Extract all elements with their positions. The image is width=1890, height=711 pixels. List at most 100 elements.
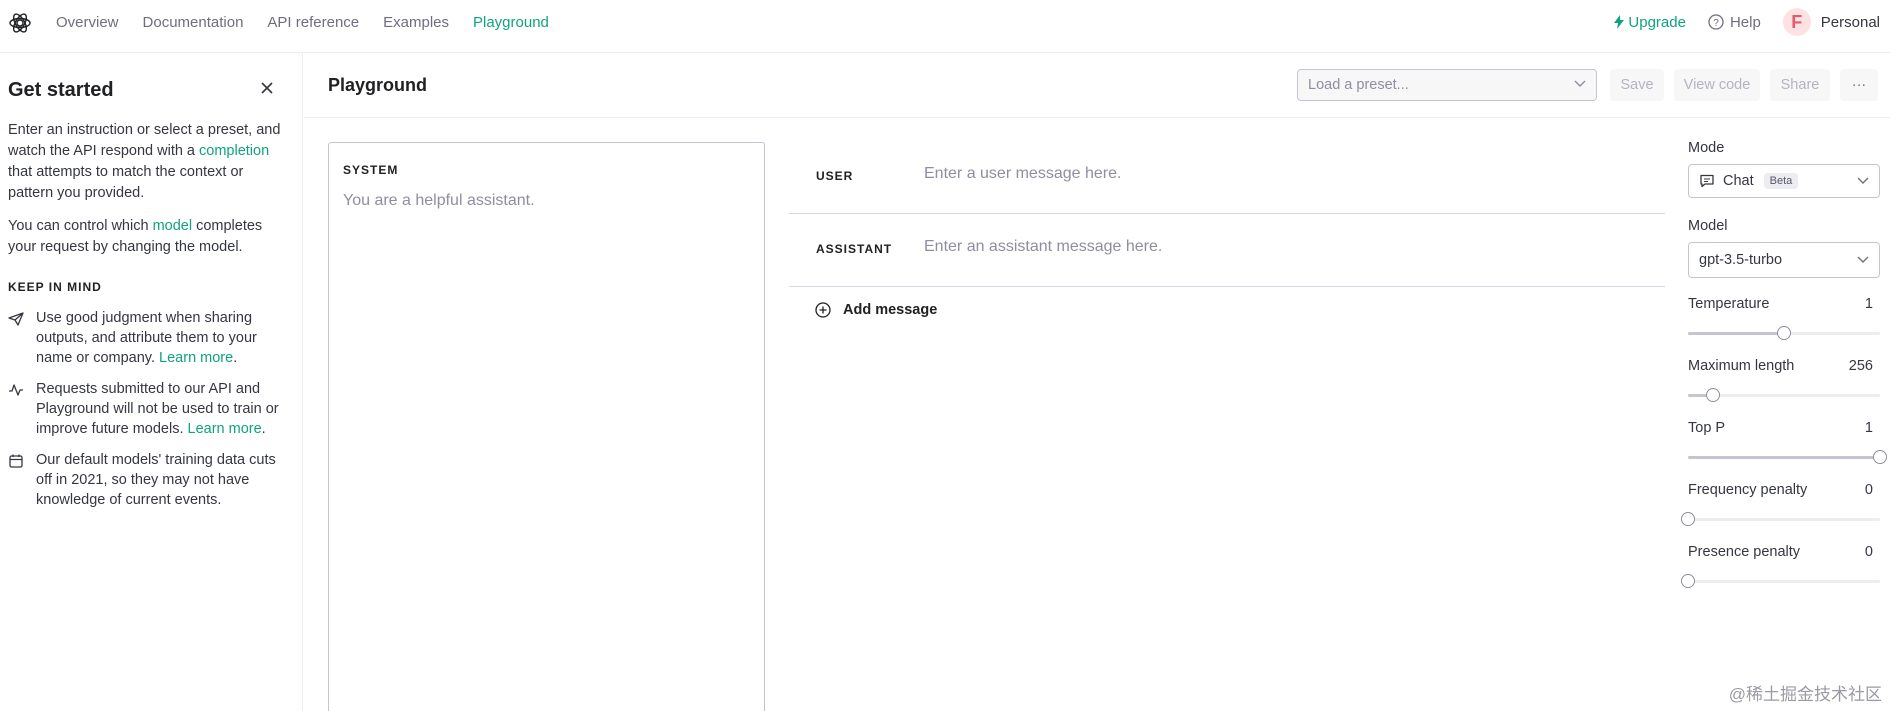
tip-data-usage-period: . <box>261 421 266 437</box>
slider-track[interactable] <box>1688 326 1880 340</box>
model-text-a: You can control which <box>8 218 153 234</box>
mode-value: Chat <box>1723 173 1754 189</box>
send-icon <box>8 312 24 326</box>
model-label: Model <box>1688 218 1728 234</box>
intro-text-b: that attempts to match the context or pa… <box>8 164 244 201</box>
maximum-length-value[interactable]: 256 <box>1849 358 1880 374</box>
plus-circle-icon <box>815 302 831 318</box>
upgrade-label: Upgrade <box>1628 13 1686 31</box>
mode-select[interactable]: Chat Beta <box>1688 164 1880 198</box>
share-button[interactable]: Share <box>1770 69 1830 101</box>
close-icon[interactable] <box>258 79 276 97</box>
user-role-label[interactable]: USER <box>816 169 853 183</box>
temperature-value[interactable]: 1 <box>1865 296 1880 312</box>
help-link[interactable]: ? Help <box>1708 14 1761 31</box>
completion-link[interactable]: completion <box>199 143 269 159</box>
view-code-button[interactable]: View code <box>1674 69 1760 101</box>
get-started-sidebar: Get started Enter an instruction or sele… <box>0 53 303 711</box>
help-label: Help <box>1729 13 1761 31</box>
tip-data-usage: Requests submitted to our API and Playgr… <box>8 379 294 439</box>
avatar: F <box>1782 8 1811 36</box>
slider-track[interactable] <box>1681 574 1880 588</box>
presence-penalty-value[interactable]: 0 <box>1865 544 1880 560</box>
system-label: SYSTEM <box>343 163 399 177</box>
frequency-penalty-value[interactable]: 0 <box>1865 482 1880 498</box>
account-menu[interactable]: F Personal <box>1782 8 1880 36</box>
add-message-label: Add message <box>843 302 938 318</box>
openai-logo-icon[interactable] <box>8 11 32 35</box>
tip-sharing-period: . <box>233 350 238 366</box>
model-link[interactable]: model <box>153 218 193 234</box>
maximum-length-slider[interactable]: Maximum length 256 <box>1688 358 1880 420</box>
settings-panel: Mode Chat Beta Model gpt-3.5-turbo Tempe… <box>1681 140 1887 606</box>
slider-thumb[interactable] <box>1705 388 1720 402</box>
nav-overview[interactable]: Overview <box>56 14 119 31</box>
model-paragraph: You can control which model completes yo… <box>8 216 283 258</box>
assistant-message-row[interactable]: ASSISTANT Enter an assistant message her… <box>789 214 1665 287</box>
model-select[interactable]: gpt-3.5-turbo <box>1688 242 1880 278</box>
activity-icon <box>9 384 23 396</box>
calendar-icon <box>9 454 23 468</box>
top-p-label: Top P <box>1688 420 1726 436</box>
chevron-down-icon <box>1574 80 1586 87</box>
frequency-penalty-label: Frequency penalty <box>1688 482 1808 498</box>
maximum-length-label: Maximum length <box>1688 358 1795 374</box>
tip-sharing: Use good judgment when sharing outputs, … <box>8 308 294 368</box>
lightning-icon <box>1614 15 1625 29</box>
keep-in-mind-heading: KEEP IN MIND <box>8 280 102 294</box>
chevron-down-icon <box>1857 256 1869 263</box>
playground-header: Playground Load a preset... Save View co… <box>304 53 1890 118</box>
nav-examples[interactable]: Examples <box>383 14 449 31</box>
nav-documentation[interactable]: Documentation <box>143 14 244 31</box>
preset-placeholder: Load a preset... <box>1308 77 1409 93</box>
upgrade-link[interactable]: Upgrade <box>1614 14 1686 31</box>
slider-track[interactable] <box>1688 388 1880 402</box>
tip-training-cutoff: Our default models' training data cuts o… <box>8 450 294 510</box>
top-p-value[interactable]: 1 <box>1865 420 1880 436</box>
top-nav: Overview Documentation API reference Exa… <box>0 0 1890 53</box>
preset-select[interactable]: Load a preset... <box>1297 69 1597 101</box>
assistant-message-input[interactable]: Enter an assistant message here. <box>924 238 1162 256</box>
slider-list: Temperature 1 Maximum length 256 Top P 1 Fr… <box>1681 296 1887 606</box>
slider-fill <box>1688 332 1784 335</box>
chat-bubble-icon <box>1700 174 1714 188</box>
assistant-role-label[interactable]: ASSISTANT <box>816 242 892 256</box>
slider-fill <box>1688 456 1880 459</box>
model-value: gpt-3.5-turbo <box>1699 252 1783 268</box>
tip-training-cutoff-text: Our default models' training data cuts o… <box>36 452 276 508</box>
user-message-row[interactable]: USER Enter a user message here. <box>789 141 1665 214</box>
nav-playground[interactable]: Playground <box>473 14 549 31</box>
slider-track[interactable] <box>1681 512 1880 526</box>
presence-penalty-label: Presence penalty <box>1688 544 1801 560</box>
nav-api-reference[interactable]: API reference <box>267 14 359 31</box>
user-message-input[interactable]: Enter a user message here. <box>924 165 1121 183</box>
watermark: @稀土掘金技术社区 <box>1728 685 1882 704</box>
sidebar-title: Get started <box>8 79 114 101</box>
system-input[interactable]: You are a helpful assistant. <box>343 192 750 210</box>
beta-badge: Beta <box>1763 173 1799 189</box>
nav-links: Overview Documentation API reference Exa… <box>56 0 549 44</box>
intro-paragraph: Enter an instruction or select a preset,… <box>8 120 283 204</box>
slider-thumb[interactable] <box>1777 326 1791 340</box>
slider-thumb[interactable] <box>1681 512 1695 526</box>
help-circle-icon: ? <box>1708 14 1724 30</box>
temperature-label: Temperature <box>1688 296 1770 312</box>
frequency-penalty-slider[interactable]: Frequency penalty 0 <box>1681 482 1880 544</box>
presence-penalty-slider[interactable]: Presence penalty 0 <box>1681 544 1880 606</box>
save-button[interactable]: Save <box>1610 69 1664 101</box>
add-message-button[interactable]: Add message <box>815 302 937 318</box>
system-panel[interactable]: SYSTEM You are a helpful assistant. <box>328 142 765 711</box>
page-title: Playground <box>328 75 428 95</box>
chevron-down-icon <box>1857 177 1869 184</box>
slider-thumb[interactable] <box>1681 574 1695 588</box>
learn-more-link-1[interactable]: Learn more <box>159 350 233 366</box>
slider-track[interactable] <box>1688 450 1887 464</box>
slider-thumb[interactable] <box>1873 450 1887 464</box>
svg-text:?: ? <box>1713 18 1719 29</box>
learn-more-link-2[interactable]: Learn more <box>188 421 262 437</box>
more-options-button[interactable]: ··· <box>1840 69 1878 101</box>
temperature-slider[interactable]: Temperature 1 <box>1688 296 1880 358</box>
mode-label: Mode <box>1688 140 1725 156</box>
top-p-slider[interactable]: Top P 1 <box>1688 420 1887 482</box>
nav-right: Upgrade ? Help F Personal <box>1614 0 1880 44</box>
